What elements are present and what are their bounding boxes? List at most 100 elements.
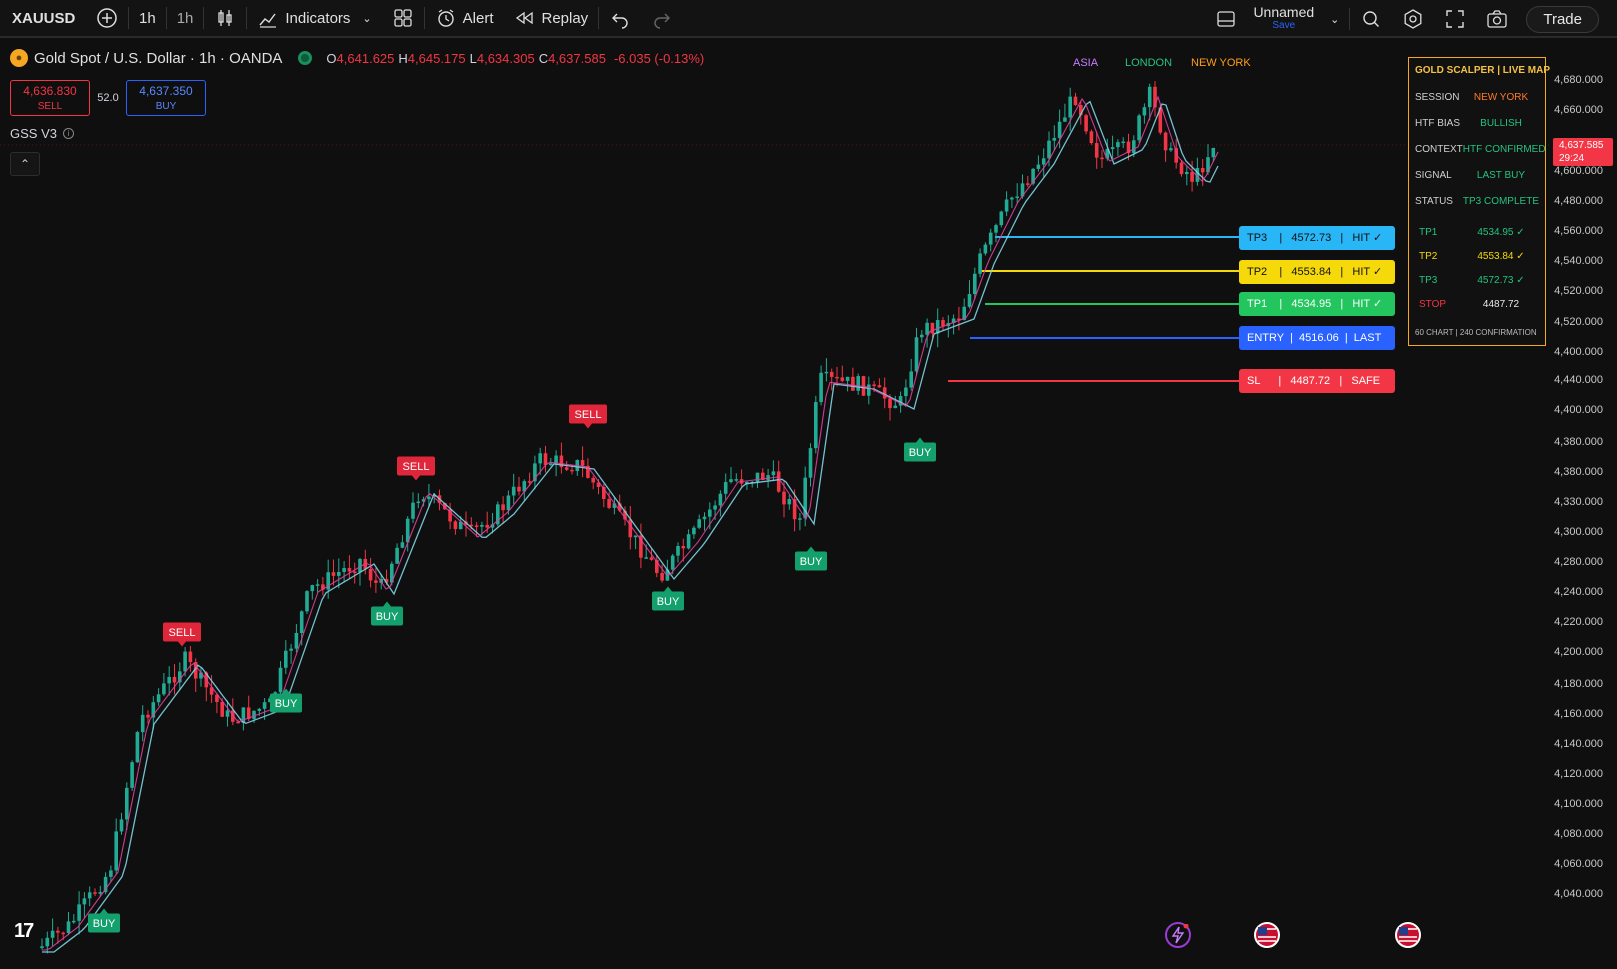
signal-label: SELL xyxy=(169,627,196,639)
chart-type-button[interactable] xyxy=(204,0,246,37)
layout-name[interactable]: Unnamed Save xyxy=(1247,5,1320,33)
candle-body xyxy=(146,714,150,718)
signal-arrow xyxy=(664,586,672,592)
low-value: 4,634.305 xyxy=(476,50,535,66)
lightning-icon[interactable] xyxy=(1165,922,1191,948)
candle-body xyxy=(511,486,516,496)
candle-body xyxy=(1047,140,1051,159)
signal-label: BUY xyxy=(275,698,298,710)
signal-arrow xyxy=(383,601,391,607)
candle-body xyxy=(331,572,336,576)
layout-menu-chevron-icon[interactable]: ⌄ xyxy=(1320,0,1349,38)
snapshot-button[interactable] xyxy=(1476,0,1518,38)
layout-icon xyxy=(1215,8,1237,30)
indicators-button[interactable]: Indicators ⌄ xyxy=(247,0,381,37)
indicator-name: GSS V3 xyxy=(10,126,57,141)
candle-body xyxy=(888,398,892,409)
candle-body xyxy=(1116,142,1120,148)
candle-body xyxy=(935,320,940,334)
candle-body xyxy=(1190,171,1194,182)
fullscreen-button[interactable] xyxy=(1434,0,1476,38)
save-link[interactable]: Save xyxy=(1272,19,1295,33)
interval-button[interactable]: 1h xyxy=(129,0,166,37)
chart-pane[interactable]: BUY SELL BUY BUY SELL SELL BUY BUY BUY xyxy=(0,40,1617,969)
candle-body xyxy=(549,463,553,466)
candle-body xyxy=(257,708,262,711)
candle-body xyxy=(289,648,293,651)
price-axis-tick: 4,660.000 xyxy=(1554,104,1603,116)
gold-coin-icon: ● xyxy=(10,49,28,67)
price-chart[interactable]: BUY SELL BUY BUY SELL SELL BUY BUY BUY xyxy=(0,40,1617,969)
candle-body xyxy=(941,320,945,327)
price-axis-tick: 4,280.000 xyxy=(1554,556,1603,568)
quick-search-button[interactable] xyxy=(1350,0,1392,38)
price-axis-tick: 4,560.000 xyxy=(1554,225,1603,237)
candle-body xyxy=(1211,147,1216,158)
candle-body xyxy=(718,493,723,506)
interval-favorite[interactable]: 1h xyxy=(167,0,204,37)
candle-body xyxy=(829,371,834,377)
candle-body xyxy=(87,892,92,899)
buy-button[interactable]: 4,637.350 BUY xyxy=(126,80,206,116)
layout-button[interactable] xyxy=(1205,0,1247,38)
dashboard-row-status: STATUS TP3 COMPLETE xyxy=(1415,188,1539,214)
tradingview-logo[interactable]: 17 xyxy=(14,920,34,943)
us-flag-icon[interactable] xyxy=(1395,922,1421,948)
candle-body xyxy=(681,546,686,549)
candle-body xyxy=(723,482,728,494)
candle-body xyxy=(474,525,479,527)
redo-button[interactable] xyxy=(641,0,683,37)
candle-body xyxy=(670,555,675,570)
undo-button[interactable] xyxy=(599,0,641,37)
candle-body xyxy=(299,611,304,634)
candle-body xyxy=(644,557,648,559)
candle-body xyxy=(427,496,431,500)
candle-body xyxy=(1010,197,1014,200)
candle-body xyxy=(845,376,850,381)
symbol-search[interactable]: XAUUSD xyxy=(0,0,86,37)
compare-button[interactable] xyxy=(86,0,128,37)
candle-body xyxy=(400,542,405,548)
candle-body xyxy=(416,501,421,504)
templates-button[interactable] xyxy=(382,0,424,37)
candle-body xyxy=(82,898,87,905)
candle-body xyxy=(352,571,357,574)
fullscreen-icon xyxy=(1444,8,1466,30)
close-label: C xyxy=(538,50,549,66)
indicator-legend[interactable]: GSS V3 i xyxy=(10,126,74,141)
high-label: H xyxy=(398,50,408,66)
dashboard-row-htf-bias: HTF BIAS BULLISH xyxy=(1415,110,1539,136)
candle-body xyxy=(368,568,373,581)
replay-button[interactable]: Replay xyxy=(503,0,598,37)
dashboard-target-key: TP2 xyxy=(1419,250,1438,262)
candle-body xyxy=(771,471,776,476)
candle-body xyxy=(983,244,988,254)
candle-body xyxy=(93,892,97,894)
candle-body xyxy=(188,651,193,663)
dashboard-target-value: 4534.95 ✓ xyxy=(1477,226,1525,238)
candle-body xyxy=(77,904,81,921)
dashboard-row-value: NEW YORK xyxy=(1473,91,1529,103)
chart-title[interactable]: Gold Spot / U.S. Dollar · 1h · OANDA xyxy=(34,50,282,67)
sell-button[interactable]: 4,636.830 SELL xyxy=(10,80,90,116)
candle-body xyxy=(1110,147,1115,150)
dashboard-row-key: HTF BIAS xyxy=(1415,117,1461,129)
settings-button[interactable] xyxy=(1392,0,1434,38)
candle-body xyxy=(904,387,908,397)
candle-body xyxy=(342,568,346,572)
us-flag-icon[interactable] xyxy=(1254,922,1280,948)
candle-body xyxy=(808,448,813,478)
price-axis-tick: 4,080.000 xyxy=(1554,828,1603,840)
info-icon[interactable]: i xyxy=(62,128,74,139)
price-axis-tick: 4,240.000 xyxy=(1554,586,1603,598)
current-price-tag: 4,637.585 29:24 xyxy=(1553,138,1613,166)
signal-arrow xyxy=(100,908,108,914)
alert-button[interactable]: Alert xyxy=(425,0,504,37)
candle-body xyxy=(798,518,802,520)
candle-body xyxy=(692,527,696,535)
candle-body xyxy=(973,273,977,295)
trade-button[interactable]: Trade xyxy=(1526,5,1599,33)
top-toolbar: XAUUSD 1h 1h Indicators ⌄ Alert Replay U… xyxy=(0,0,1617,38)
high-value: 4,645.175 xyxy=(407,50,466,66)
collapse-legend-button[interactable]: ⌃ xyxy=(10,152,40,176)
